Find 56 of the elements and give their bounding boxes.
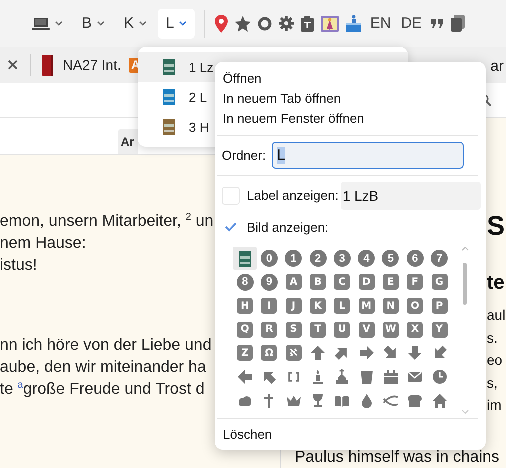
option-label: Label anzeigen: — [247, 188, 339, 204]
letter-icon: T — [310, 322, 326, 338]
selected-text: L — [277, 146, 286, 164]
text-line: te $^{a}$große Freude und Trost d — [0, 379, 205, 400]
number-icon: 8 — [236, 274, 254, 291]
number-icon: 9 — [260, 274, 278, 291]
letter-icon: V — [358, 322, 375, 338]
letter-icon: W — [382, 322, 399, 338]
letter-icon: D — [358, 274, 375, 290]
text-line: s. — [487, 328, 498, 348]
letter-icon: G — [432, 274, 448, 290]
letter-icon: U — [334, 322, 350, 338]
text-line: im — [487, 396, 502, 415]
letter-icon: O — [407, 298, 424, 314]
field-label: Ordner: — [222, 148, 266, 163]
letter-icon: F — [407, 274, 424, 290]
letter-icon: S — [286, 322, 302, 338]
letter-icon: P — [432, 298, 448, 314]
text-line: aube, den wir miteinander ha — [0, 358, 206, 378]
number-icon: 6 — [406, 250, 424, 268]
number-icon: 2 — [310, 250, 327, 268]
heading: S — [487, 210, 506, 243]
text-line: istus! — [0, 256, 38, 276]
number-icon: 0 — [260, 250, 278, 268]
number-icon: 4 — [358, 250, 376, 268]
letter-icon: K — [310, 298, 326, 314]
letter-icon: E — [382, 274, 399, 290]
letter-icon: R — [261, 322, 278, 338]
letter-icon: B — [310, 274, 326, 290]
number-icon: 5 — [382, 250, 400, 268]
letter-icon: H — [237, 298, 254, 314]
text-line: nn ich höre von der Liebe und — [0, 336, 212, 356]
text-line: eo — [487, 351, 503, 370]
letter-icon: Y — [432, 322, 448, 338]
text-line: s, — [487, 374, 498, 392]
letter-icon: C — [334, 274, 350, 290]
letter-icon: I — [261, 298, 278, 314]
number-icon: 1 — [285, 250, 302, 268]
letter-icon: Ω — [261, 345, 278, 362]
letter-icon: Q — [237, 322, 254, 338]
letter-icon: X — [407, 322, 424, 338]
letter-icon: Z — [237, 345, 254, 362]
text-line: emon, unsern Mitarbeiter, $^{2}$ un — [0, 211, 214, 232]
number-icon: 3 — [334, 250, 351, 268]
letter-icon: J — [286, 298, 302, 314]
text-line: nem Hause: — [0, 234, 86, 254]
subheading: te — [487, 271, 505, 295]
text-line: aul — [487, 306, 506, 325]
letter-icon: A — [286, 274, 302, 290]
letter-icon: ℵ — [286, 345, 302, 362]
letter-icon: M — [358, 298, 375, 314]
letter-icon: N — [382, 298, 399, 314]
text-line: Paulus himself was in chains — [295, 449, 500, 467]
letter-icon: L — [334, 298, 350, 314]
option-label: Bild anzeigen: — [247, 220, 329, 235]
number-icon: 7 — [431, 250, 448, 268]
